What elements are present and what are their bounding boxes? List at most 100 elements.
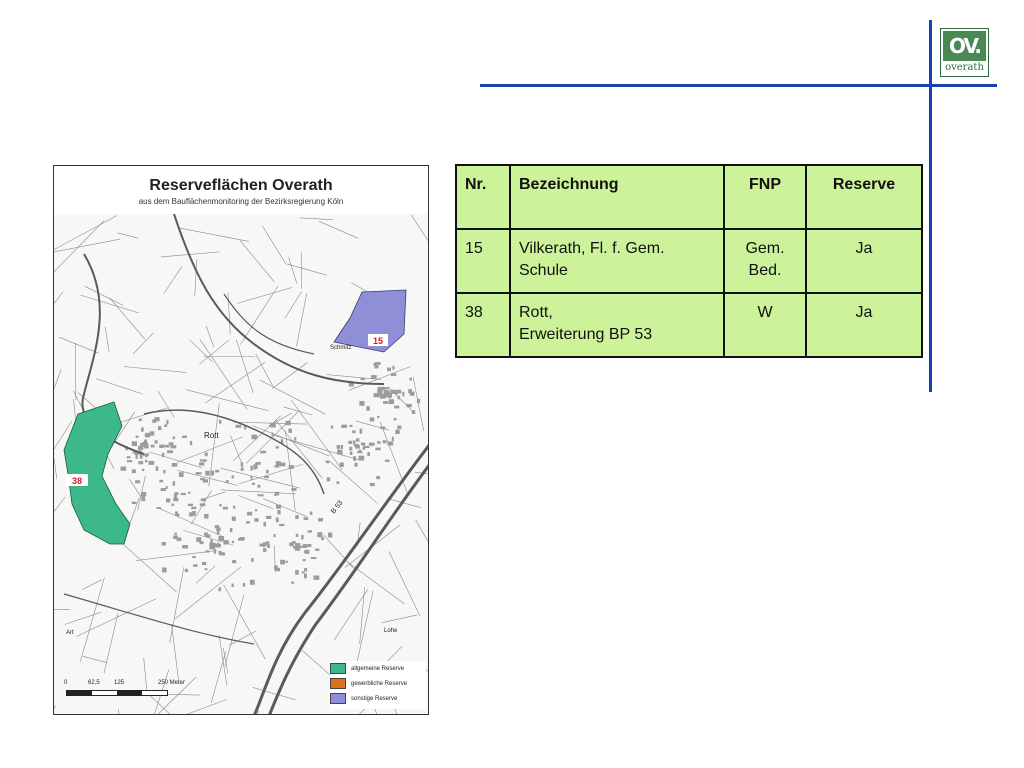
building [242,582,246,587]
building [171,463,178,467]
building [259,543,265,547]
building [251,558,254,562]
building [393,418,397,421]
building [330,425,334,429]
building [366,406,370,411]
building [187,503,194,507]
building [205,550,210,553]
building [310,557,317,559]
building [373,363,376,366]
building [406,403,412,408]
header-bezeichnung: Bezeichnung [509,164,725,230]
building [211,470,215,476]
building [196,537,202,543]
map-canvas: 15 38 Rott Schmitz B 53 Art Lohe [54,214,428,714]
building [138,418,142,422]
area-15-label: 15 [373,336,383,346]
building [360,442,366,446]
building [174,492,179,495]
building [145,459,148,463]
building [271,432,274,437]
building [150,444,155,448]
building [171,503,174,506]
building [309,511,313,515]
building [217,542,220,547]
building [180,492,186,496]
building [390,373,397,376]
building [363,446,370,448]
legend-swatch-allgemein [330,663,346,674]
building [354,462,358,467]
building [173,497,179,502]
building [162,567,167,573]
building [411,410,416,414]
legend-swatch-gewerblich [330,678,346,689]
building [131,469,136,474]
building [155,466,159,471]
building [210,539,213,544]
building [199,503,206,507]
building [275,517,279,523]
building [293,546,298,549]
header-fnp: FNP [723,164,807,230]
building [142,468,145,472]
cell-bezeichnung: Vilkerath, Fl. f. Gem. Schule [509,228,725,294]
building [288,465,294,469]
map-scale: 0 62,5 125 250 Meter [62,678,192,708]
cell-nr: 15 [455,228,511,294]
building [390,399,394,403]
building [156,507,161,509]
building [369,417,375,422]
building [152,419,157,423]
building [250,475,253,480]
building [326,477,331,482]
building [273,534,276,538]
area-38-label: 38 [72,476,82,486]
cell-fnp: Gem. Bed. [723,228,807,294]
building [266,469,269,474]
building [397,425,402,430]
cell-bez-line1: Vilkerath, Fl. f. Gem. [519,240,665,257]
cell-fnp-line1: Gem. [745,240,785,257]
building [384,393,390,397]
building [141,496,146,502]
place-label-schmitz: Schmitz [330,345,351,351]
building [232,560,237,564]
building [148,461,155,465]
building [382,440,387,444]
building [199,459,206,462]
building [274,465,280,468]
building [218,536,225,541]
building [170,445,177,449]
building [313,575,320,580]
table-header-row: Nr. Bezeichnung FNP Reserve [455,164,923,230]
building [395,429,400,434]
building [263,521,266,527]
building [209,544,216,550]
building [267,544,271,548]
building [254,518,259,522]
building [140,442,145,446]
scale-tick: 250 Meter [158,680,186,686]
building [205,470,210,476]
building [138,461,144,465]
building [359,428,363,434]
building [135,435,139,438]
cell-bez-line2: Schule [519,262,568,279]
building [231,516,236,521]
building [383,401,389,404]
building [301,571,305,574]
building [249,579,255,585]
scale-tick: 125 [114,680,125,686]
building [229,528,233,533]
building [141,492,147,497]
building [274,565,278,570]
building [126,456,131,459]
building [161,542,166,546]
building [161,452,165,458]
building [367,452,370,456]
building [204,514,209,519]
reserve-map: Reserveflächen Overath aus dem Baufläche… [53,165,429,715]
building [254,509,258,512]
building [274,493,277,496]
